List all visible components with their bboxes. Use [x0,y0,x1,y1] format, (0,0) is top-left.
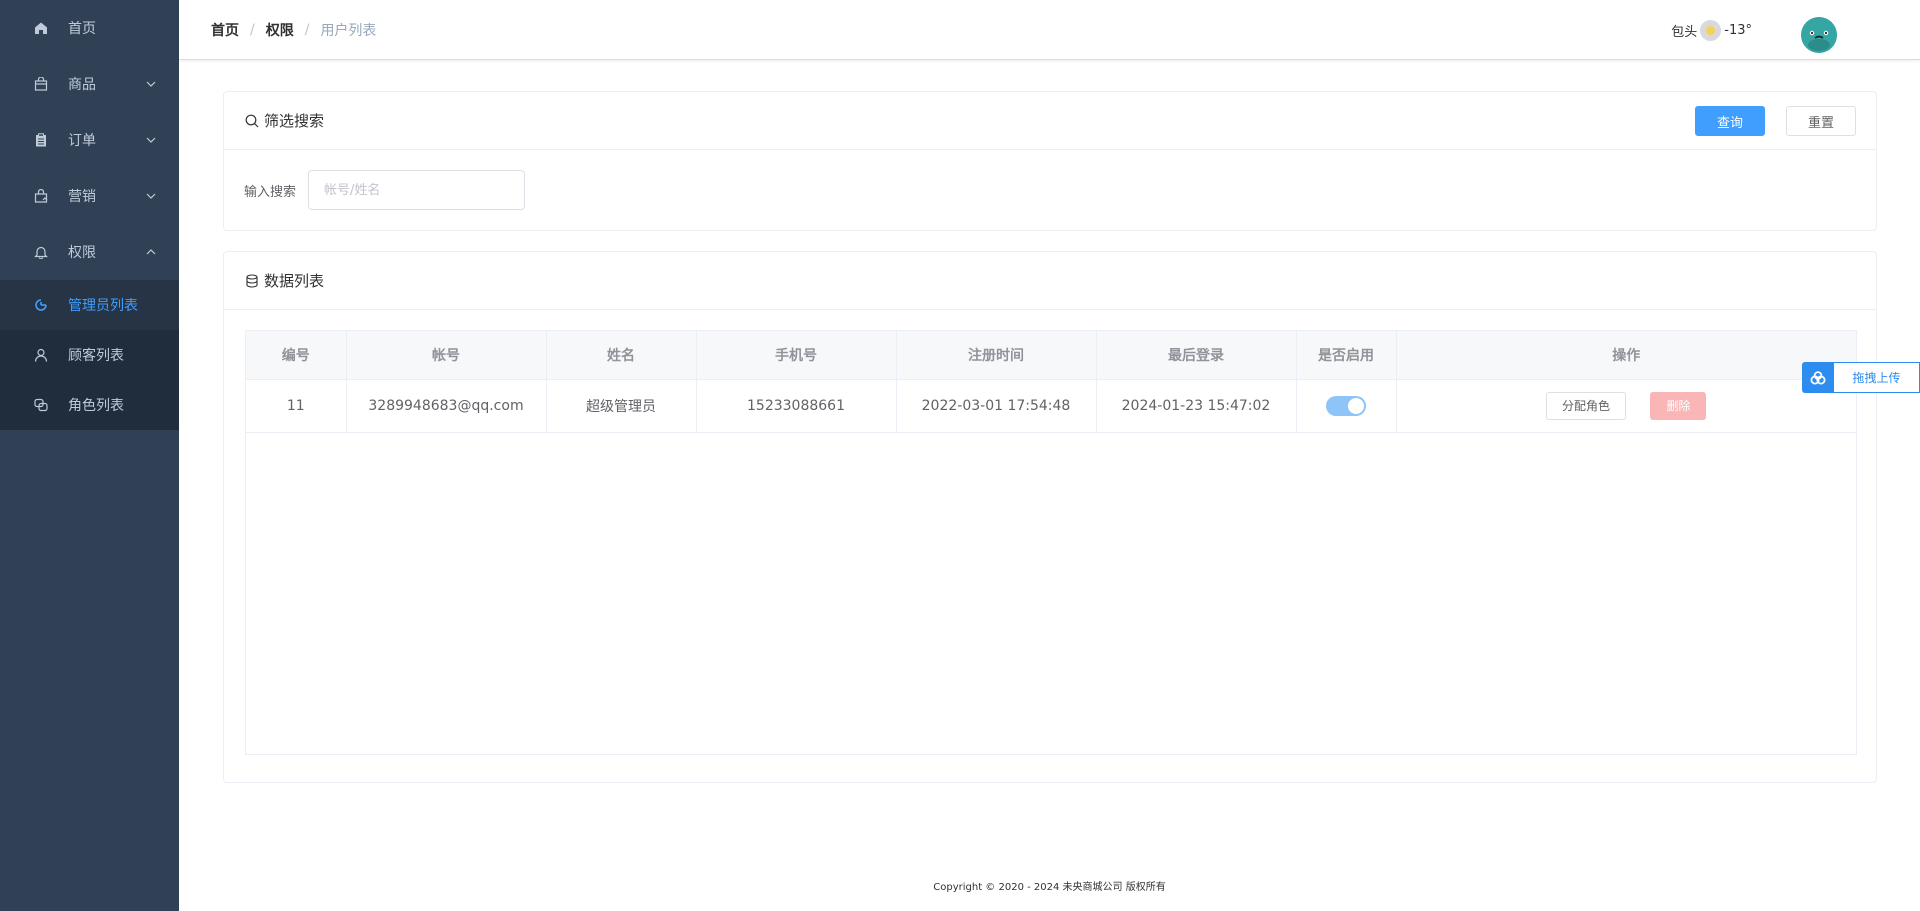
table-row: 11 3289948683@qq.com 超级管理员 15233088661 2… [246,379,1856,433]
admin-table: 编号 帐号 姓名 手机号 注册时间 最后登录 是否启用 操作 11 328994… [245,330,1857,755]
sidebar-item-label: 管理员列表 [68,298,138,314]
assign-role-button[interactable]: 分配角色 [1546,391,1627,420]
breadcrumb-separator: / [250,21,255,38]
cell-account: 3289948683@qq.com [346,379,547,433]
chevron-down-icon [145,78,157,90]
breadcrumb-separator: / [304,21,310,38]
filter-title: 筛选搜索 [264,112,325,130]
query-button[interactable]: 查询 [1695,106,1765,136]
chevron-down-icon [145,190,157,202]
permissions-submenu: 管理员列表 顾客列表 角色列表 [0,280,179,430]
column-header: 操作 [1396,331,1856,380]
top-header: 首页 / 权限 / 用户列表 包头 -13° [179,0,1920,60]
data-list-title: 数据列表 [264,272,325,290]
column-header: 注册时间 [896,331,1097,380]
sidebar-item-label: 商品 [68,77,96,93]
column-header: 姓名 [546,331,697,380]
cell-phone: 15233088661 [696,379,897,433]
sidebar-item-label: 权限 [68,245,96,261]
drag-upload-label: 拖拽上传 [1852,371,1901,385]
filter-card-header: 筛选搜索 查询 重置 [224,92,1876,150]
column-header: 帐号 [346,331,547,380]
column-header: 编号 [246,331,347,380]
cell-registered: 2022-03-01 17:54:48 [896,379,1097,433]
sidebar-item-marketing[interactable]: 营销 [0,168,179,224]
sidebar-item-home[interactable]: 首页 [0,0,179,56]
sidebar-item-label: 首页 [68,21,96,37]
search-input[interactable] [308,170,526,210]
weather-temp: -13° [1724,23,1752,38]
search-label: 输入搜索 [244,184,297,200]
cell-last-login: 2024-01-23 15:47:02 [1096,379,1297,433]
bag-icon [32,75,50,93]
clipboard-icon [32,131,50,149]
database-icon [244,273,260,289]
sun-icon [1700,20,1722,41]
sidebar-item-label: 营销 [68,189,96,205]
search-icon [244,113,260,129]
breadcrumb-home[interactable]: 首页 [211,20,239,40]
filter-body: 输入搜索 [224,150,1876,230]
chevron-up-icon [145,246,157,258]
filter-card: 筛选搜索 查询 重置 输入搜索 [223,91,1877,231]
bell-icon [32,243,50,261]
sidebar-item-role-list[interactable]: 角色列表 [0,380,179,430]
column-header: 手机号 [696,331,897,380]
breadcrumb-current: 用户列表 [320,22,377,39]
weather-widget: 包头 -13° [1671,20,1752,41]
sidebar-item-orders[interactable]: 订单 [0,112,179,168]
sidebar-item-permissions[interactable]: 权限 [0,224,179,280]
enabled-toggle[interactable] [1326,395,1366,416]
user-icon [32,346,50,364]
breadcrumb-permissions[interactable]: 权限 [266,20,294,40]
cell-name: 超级管理员 [546,379,697,433]
sidebar-item-label: 顾客列表 [68,348,124,364]
column-header: 最后登录 [1096,331,1297,380]
table-header-row: 编号 帐号 姓名 手机号 注册时间 最后登录 是否启用 操作 [246,331,1856,380]
breadcrumb: 首页 / 权限 / 用户列表 [211,20,376,40]
sidebar-item-admin-list[interactable]: 管理员列表 [0,280,179,330]
gift-icon [32,187,50,205]
avatar[interactable] [1801,17,1837,53]
cloud-upload-icon [1802,362,1834,393]
footer: Copyright © 2020 - 2024 未央商城公司 版权所有 [933,882,1166,893]
sidebar-item-products[interactable]: 商品 [0,56,179,112]
data-list-header: 数据列表 [224,252,1876,310]
chevron-down-icon [145,134,157,146]
cell-enabled [1296,379,1397,433]
sidebar-item-customer-list[interactable]: 顾客列表 [0,330,179,380]
weather-city: 包头 [1671,25,1698,40]
home-icon [32,19,50,37]
data-list-card: 数据列表 编号 帐号 姓名 手机号 注册时间 最后登录 是否启用 操作 11 3… [223,251,1877,783]
drag-upload-widget[interactable]: 拖拽上传 [1802,362,1920,393]
role-icon [32,396,50,414]
reset-button[interactable]: 重置 [1786,106,1856,136]
chart-icon [32,296,50,314]
cell-id: 11 [246,379,347,433]
sidebar-item-label: 角色列表 [68,398,124,414]
sidebar-item-label: 订单 [68,133,96,149]
delete-button[interactable]: 删除 [1650,391,1707,420]
sidebar: 首页 商品 订单 营销 权限 管理员列表 顾客列表 角色列表 [0,0,179,911]
cell-actions: 分配角色 删除 [1396,379,1856,433]
column-header: 是否启用 [1296,331,1397,380]
toggle-knob [1348,397,1364,414]
